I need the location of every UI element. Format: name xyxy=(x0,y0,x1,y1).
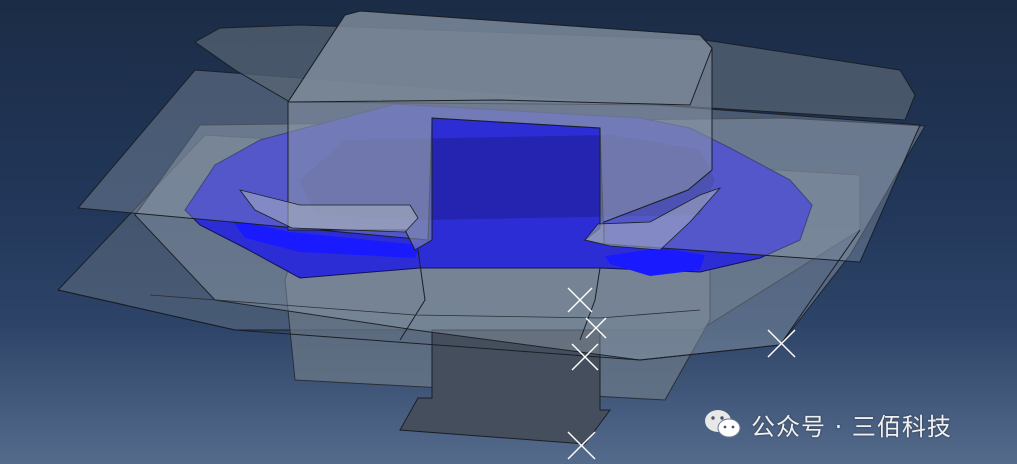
wechat-watermark: 公众号 · 三佰科技 xyxy=(703,404,952,444)
wechat-icon xyxy=(703,407,743,441)
upper-punch-top-face xyxy=(287,10,713,106)
fe-model-scene[interactable] xyxy=(0,0,1017,464)
abaqus-viewport[interactable]: 公众号 · 三佰科技 xyxy=(0,0,1017,464)
watermark-text: 公众号 · 三佰科技 xyxy=(751,412,952,441)
